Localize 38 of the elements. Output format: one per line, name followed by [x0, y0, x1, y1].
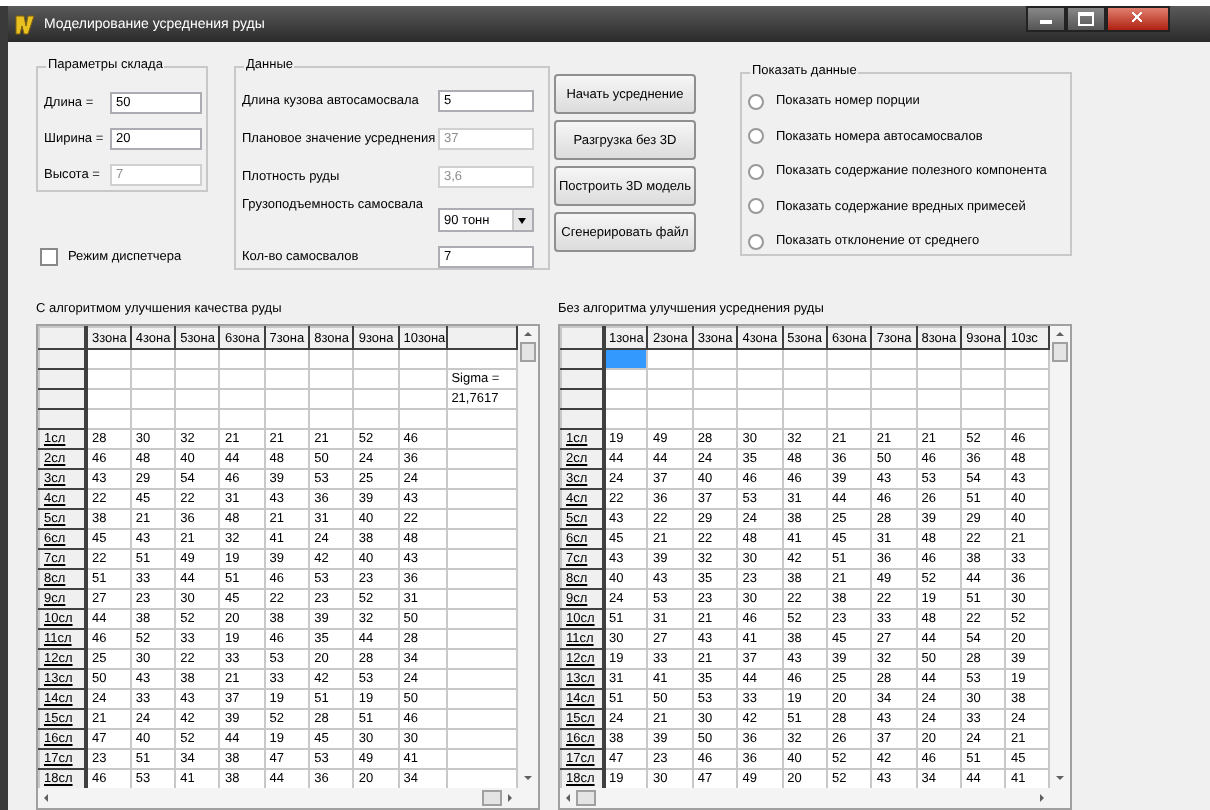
caret-icon: [512, 210, 532, 230]
scroll-right-icon[interactable]: [508, 794, 512, 802]
scroll-thumb[interactable]: [576, 790, 596, 806]
scroll-up-icon[interactable]: [524, 332, 532, 336]
scroll-down-icon[interactable]: [524, 776, 532, 780]
vertical-scrollbar[interactable]: [518, 326, 538, 808]
scroll-down-icon[interactable]: [1056, 776, 1064, 780]
scroll-left-icon[interactable]: [566, 794, 570, 802]
radio-button[interactable]: [748, 198, 764, 215]
scroll-thumb[interactable]: [520, 342, 536, 362]
row-header: [39, 409, 86, 429]
minimize-button[interactable]: [1026, 5, 1066, 31]
horizontal-scrollbar[interactable]: [38, 788, 518, 808]
radio-button[interactable]: [748, 128, 764, 145]
row-header: [39, 349, 86, 369]
grid-corner: [39, 327, 86, 349]
scroll-right-icon[interactable]: [1040, 794, 1044, 802]
row-header: [39, 369, 86, 389]
radio-button[interactable]: [748, 233, 764, 250]
checkbox[interactable]: [40, 248, 58, 266]
scroll-up-icon[interactable]: [1056, 332, 1064, 336]
radio-button[interactable]: [748, 93, 764, 110]
horizontal-scrollbar[interactable]: [560, 788, 1050, 808]
scroll-thumb[interactable]: [482, 790, 502, 806]
column-header: [446, 327, 517, 349]
row-header: [561, 349, 603, 369]
app-icon: [14, 13, 36, 35]
row-header: [561, 409, 603, 429]
row-header: [561, 369, 603, 389]
row-header: [39, 389, 86, 409]
close-button[interactable]: [1106, 5, 1170, 31]
scroll-thumb[interactable]: [1052, 342, 1068, 362]
row-header: [561, 389, 603, 409]
scroll-left-icon[interactable]: [44, 794, 48, 802]
radio-button[interactable]: [748, 163, 764, 180]
vertical-scrollbar[interactable]: [1050, 326, 1070, 808]
grid-corner: [561, 327, 603, 349]
maximize-button[interactable]: [1066, 5, 1106, 31]
